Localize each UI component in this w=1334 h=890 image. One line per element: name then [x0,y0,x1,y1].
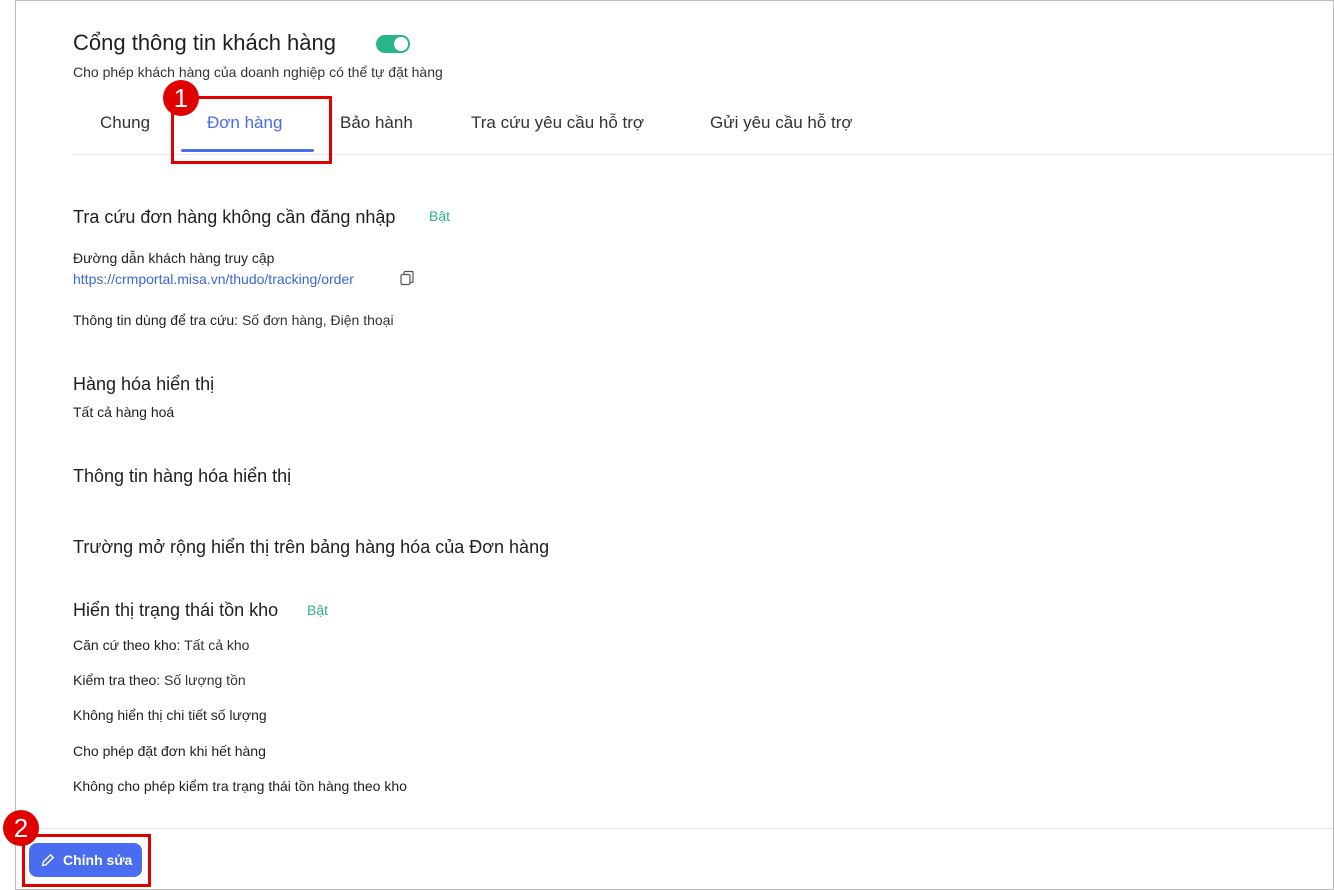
tracking-url-link[interactable]: https://crmportal.misa.vn/thudo/tracking… [73,271,354,287]
check-value: Số lượng tồn [164,672,246,688]
lookup-title: Tra cứu đơn hàng không cần đăng nhập [73,207,396,227]
lookup-info-label: Thông tin dùng để tra cứu: [73,312,239,328]
check-row: Kiểm tra theo: Số lượng tồn [73,672,246,688]
stock-status-badge: Bật [307,602,329,618]
stock-title: Hiển thị trạng thái tồn kho [73,600,279,620]
lookup-info-value: Số đơn hàng, Điện thoại [241,312,394,328]
warehouse-row: Căn cứ theo kho: Tất cả kho [73,637,249,653]
toggle-knob [394,37,408,51]
page-title: Cổng thông tin khách hàng [73,30,336,55]
warehouse-label: Căn cứ theo kho: [73,637,181,653]
extended-fields-title: Trường mở rộng hiển thị trên bảng hàng h… [73,537,550,557]
tab-warranty[interactable]: Bảo hành [340,113,413,133]
tab-support-request[interactable]: Gửi yêu cầu hỗ trợ [710,113,853,133]
goods-value: Tất cả hàng hoá [73,404,175,420]
page-subtitle: Cho phép khách hàng của doanh nghiệp có … [73,64,443,80]
warehouse-value: Tất cả kho [184,637,250,653]
copy-icon[interactable] [399,270,415,286]
portal-toggle[interactable] [376,35,410,53]
stock-option-1: Không hiển thị chi tiết số lượng [73,707,267,723]
stock-option-2: Cho phép đặt đơn khi hết hàng [73,743,266,759]
lookup-info-row: Thông tin dùng để tra cứu: Số đơn hàng, … [73,312,394,328]
callout-badge-1: 1 [163,80,199,116]
goods-title: Hàng hóa hiển thị [73,374,215,394]
goods-info-title: Thông tin hàng hóa hiển thị [73,466,292,486]
lookup-status-badge: Bật [429,208,451,224]
tab-general[interactable]: Chung [100,113,150,133]
stock-option-3: Không cho phép kiểm tra trạng thái tồn h… [73,778,407,794]
check-label: Kiểm tra theo: [73,672,161,688]
url-label: Đường dẫn khách hàng truy cập [73,250,275,266]
footer-bar [16,828,1333,889]
callout-box-2 [22,834,151,887]
tab-support-lookup[interactable]: Tra cứu yêu cầu hỗ trợ [471,113,644,133]
callout-badge-2: 2 [3,810,39,846]
